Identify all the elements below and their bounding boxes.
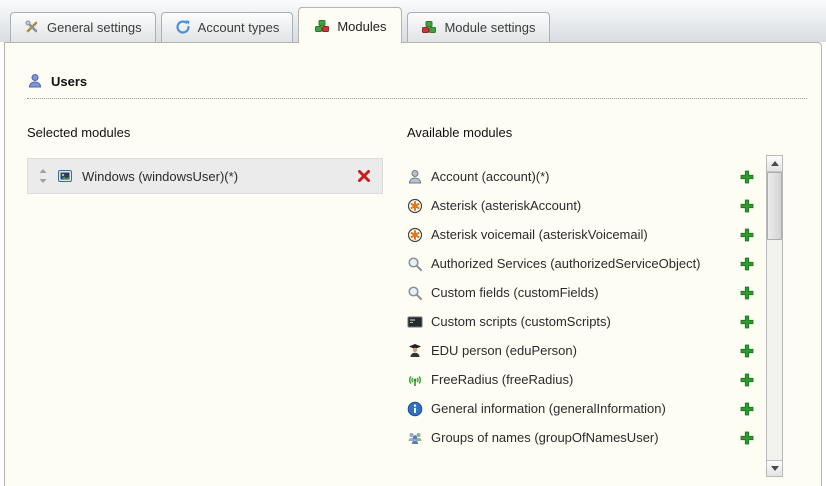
available-module-label: Account (account)(*): [431, 169, 550, 184]
tab-label: Modules: [337, 19, 386, 34]
available-module-label: Groups of names (groupOfNamesUser): [431, 430, 659, 445]
available-modules-list: Account (account)(*) Asterisk (asteriskA…: [407, 158, 755, 452]
add-module-button[interactable]: [739, 256, 755, 272]
modules-panel: Users Selected modules Windows (windowsU…: [4, 42, 822, 486]
search-icon: [407, 285, 423, 301]
scroll-down-button[interactable]: [767, 460, 782, 476]
available-module-row: Authorized Services (authorizedServiceOb…: [407, 249, 755, 278]
up-arrow-icon: [771, 161, 779, 166]
tab-label: Module settings: [444, 20, 535, 35]
add-module-button[interactable]: [739, 198, 755, 214]
available-module-row: Account (account)(*): [407, 162, 755, 191]
available-module-label: Custom fields (customFields): [431, 285, 599, 300]
tab-general-settings[interactable]: General settings: [10, 12, 156, 42]
plus-icon: [739, 256, 755, 272]
antenna-icon: [407, 372, 423, 388]
remove-icon: [356, 168, 372, 184]
script-icon: [407, 314, 423, 330]
selected-module-row[interactable]: Windows (windowsUser)(*): [27, 158, 383, 194]
add-module-button[interactable]: [739, 314, 755, 330]
scrollbar-thumb[interactable]: [767, 172, 782, 240]
plus-icon: [739, 169, 755, 185]
down-arrow-icon: [771, 466, 779, 471]
selected-modules-heading: Selected modules: [27, 125, 407, 140]
group-icon: [407, 430, 423, 446]
users-section-heading: Users: [27, 73, 807, 99]
available-module-row: EDU person (eduPerson): [407, 336, 755, 365]
add-module-button[interactable]: [739, 227, 755, 243]
account-icon: [407, 169, 423, 185]
add-module-button[interactable]: [739, 285, 755, 301]
plus-icon: [739, 372, 755, 388]
scrollbar-track[interactable]: [767, 172, 782, 460]
tab-label: Account types: [198, 20, 280, 35]
scroll-up-button[interactable]: [767, 156, 782, 172]
tab-label: General settings: [47, 20, 142, 35]
drag-handle-icon[interactable]: [38, 168, 48, 184]
plus-icon: [739, 430, 755, 446]
available-module-label: General information (generalInformation): [431, 401, 666, 416]
account-types-icon: [175, 19, 191, 35]
available-module-label: EDU person (eduPerson): [431, 343, 577, 358]
plus-icon: [739, 343, 755, 359]
selected-module-label: Windows (windowsUser)(*): [82, 169, 238, 184]
add-module-button[interactable]: [739, 401, 755, 417]
tab-account-types[interactable]: Account types: [161, 12, 294, 42]
asterisk-icon: [407, 227, 423, 243]
tab-modules[interactable]: Modules: [298, 7, 402, 43]
available-module-label: Asterisk voicemail (asteriskVoicemail): [431, 227, 648, 242]
search-icon: [407, 256, 423, 272]
available-modules-scrollbar[interactable]: [766, 155, 783, 477]
info-icon: [407, 401, 423, 417]
add-module-button[interactable]: [739, 169, 755, 185]
available-modules-heading: Available modules: [407, 125, 783, 140]
modules-columns: Selected modules Windows (windowsUser)(*…: [5, 99, 821, 452]
add-module-button[interactable]: [739, 372, 755, 388]
plus-icon: [739, 285, 755, 301]
available-module-row: Groups of names (groupOfNamesUser): [407, 423, 755, 452]
available-module-row: Asterisk (asteriskAccount): [407, 191, 755, 220]
available-module-row: Custom fields (customFields): [407, 278, 755, 307]
user-icon: [27, 73, 43, 89]
tab-module-settings[interactable]: Module settings: [407, 12, 549, 42]
tools-icon: [24, 19, 40, 35]
available-module-row: Asterisk voicemail (asteriskVoicemail): [407, 220, 755, 249]
available-module-label: Custom scripts (customScripts): [431, 314, 611, 329]
modules-icon: [314, 18, 330, 34]
add-module-button[interactable]: [739, 343, 755, 359]
available-module-row: General information (generalInformation): [407, 394, 755, 423]
module-settings-icon: [421, 19, 437, 35]
selected-modules-column: Selected modules Windows (windowsUser)(*…: [27, 125, 407, 452]
remove-module-button[interactable]: [356, 168, 372, 184]
tab-bar: General settings Account types Modules M…: [0, 0, 826, 42]
available-module-label: FreeRadius (freeRadius): [431, 372, 573, 387]
asterisk-icon: [407, 198, 423, 214]
lam-configuration-page: { "tabs": [ {"label": "General settings"…: [0, 0, 826, 486]
available-module-row: Custom scripts (customScripts): [407, 307, 755, 336]
plus-icon: [739, 314, 755, 330]
plus-icon: [739, 401, 755, 417]
add-module-button[interactable]: [739, 430, 755, 446]
available-module-row: FreeRadius (freeRadius): [407, 365, 755, 394]
available-module-label: Asterisk (asteriskAccount): [431, 198, 581, 213]
available-module-label: Authorized Services (authorizedServiceOb…: [431, 256, 701, 271]
plus-icon: [739, 227, 755, 243]
edu-person-icon: [407, 343, 423, 359]
plus-icon: [739, 198, 755, 214]
windows-module-icon: [57, 168, 73, 184]
available-modules-column: Available modules Account (account)(*): [407, 125, 783, 452]
section-title: Users: [51, 74, 87, 89]
